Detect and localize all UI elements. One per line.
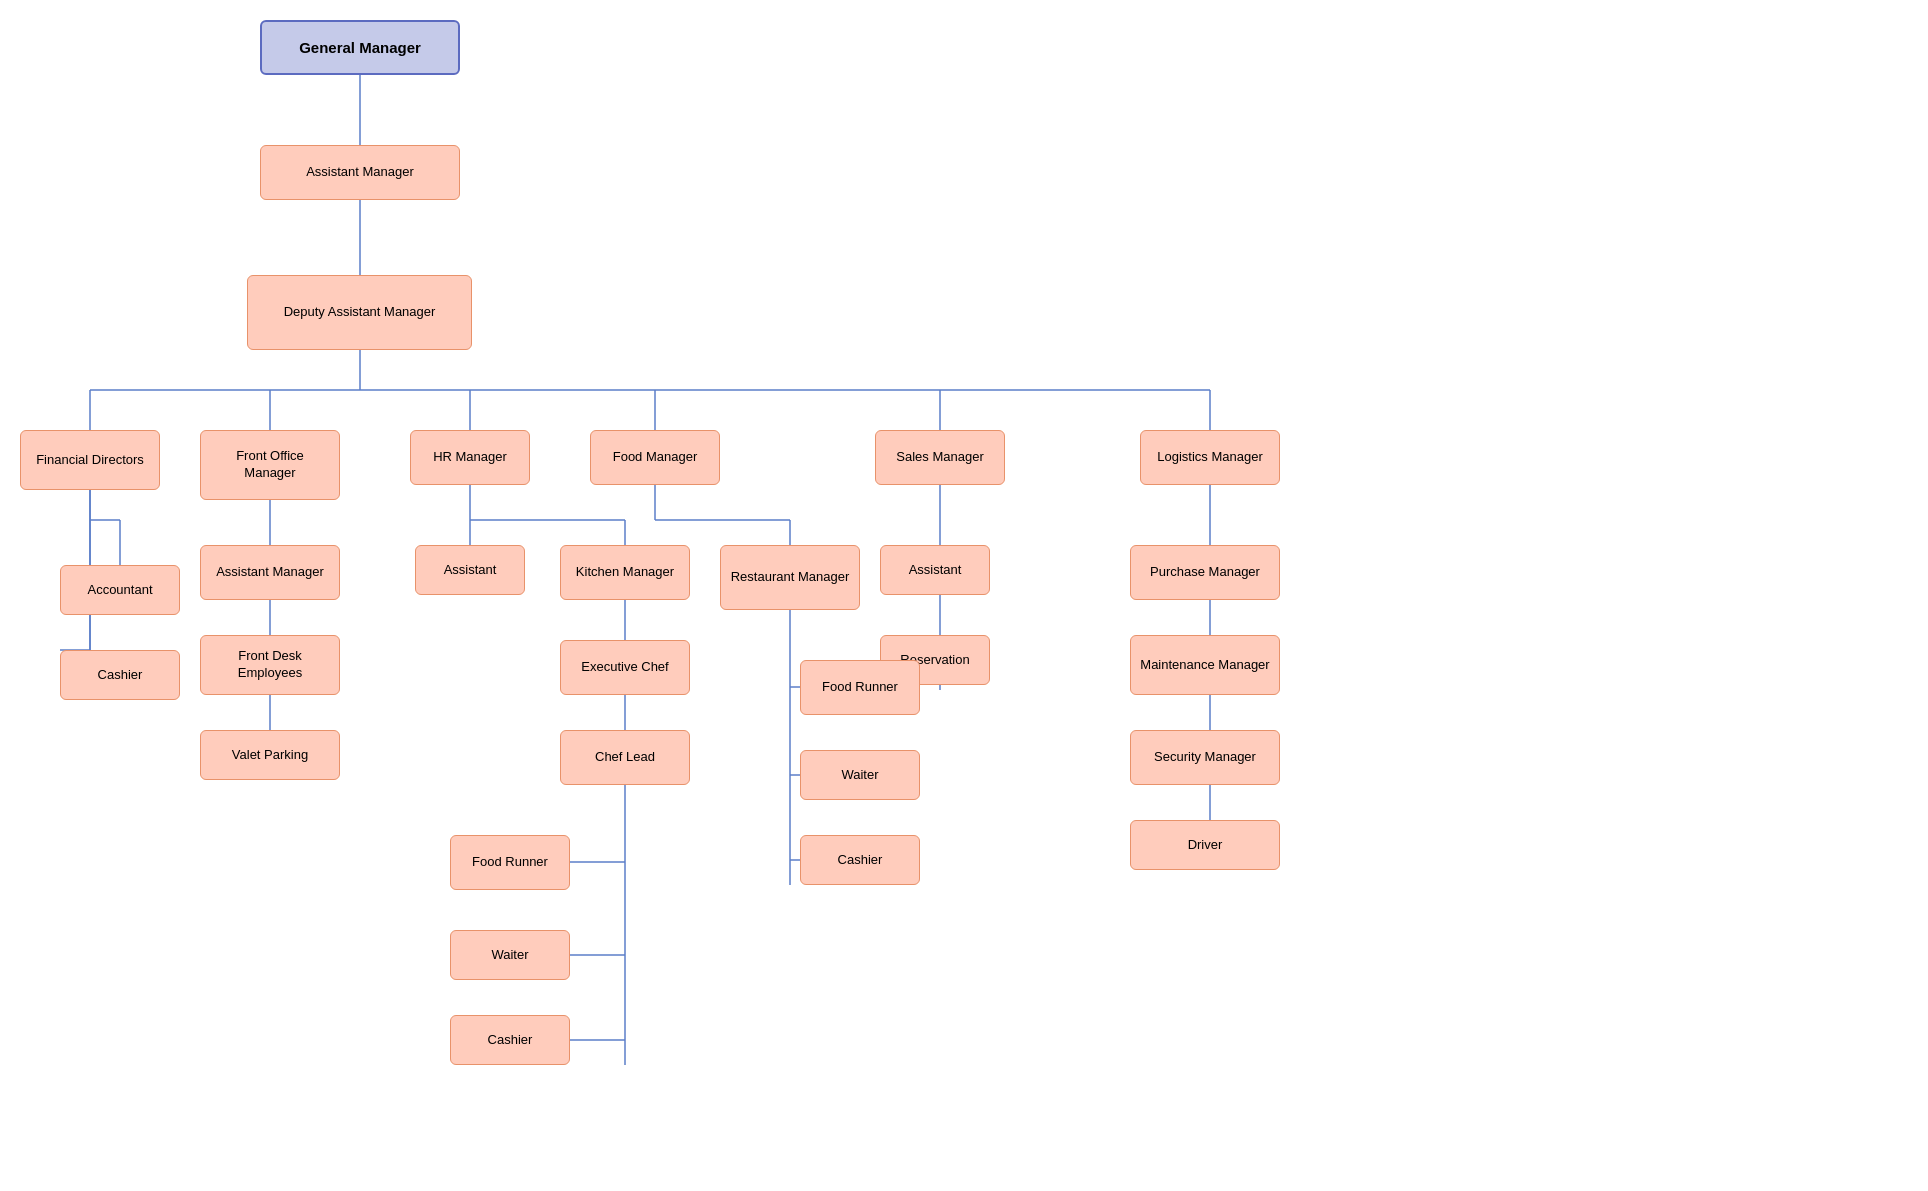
node-front_office_manager: Front Office Manager [200,430,340,500]
node-restaurant_manager: Restaurant Manager [720,545,860,610]
node-assistant_hr: Assistant [415,545,525,595]
node-assistant_manager: Assistant Manager [260,145,460,200]
node-food_runner_rest: Food Runner [800,660,920,715]
node-valet_parking: Valet Parking [200,730,340,780]
node-cashier_rest: Cashier [800,835,920,885]
node-cashier_fin: Cashier [60,650,180,700]
node-assistant_sales: Assistant [880,545,990,595]
node-food_manager: Food Manager [590,430,720,485]
node-security_manager: Security Manager [1130,730,1280,785]
node-front_desk_employees: Front Desk Employees [200,635,340,695]
node-waiter_hr: Waiter [450,930,570,980]
node-cashier_hr: Cashier [450,1015,570,1065]
node-sales_manager: Sales Manager [875,430,1005,485]
node-kitchen_manager: Kitchen Manager [560,545,690,600]
node-financial_directors: Financial Directors [20,430,160,490]
node-general_manager: General Manager [260,20,460,75]
node-deputy_assistant: Deputy Assistant Manager [247,275,472,350]
node-maintenance_manager: Maintenance Manager [1130,635,1280,695]
node-purchase_manager: Purchase Manager [1130,545,1280,600]
node-executive_chef: Executive Chef [560,640,690,695]
node-accountant: Accountant [60,565,180,615]
node-assistant_manager_fo: Assistant Manager [200,545,340,600]
node-chef_lead: Chef Lead [560,730,690,785]
node-logistics_manager: Logistics Manager [1140,430,1280,485]
org-chart: General Manager Assistant Manager Deputy A… [0,0,1928,1191]
node-waiter_rest: Waiter [800,750,920,800]
node-driver: Driver [1130,820,1280,870]
node-hr_manager: HR Manager [410,430,530,485]
node-food_runner_hr: Food Runner [450,835,570,890]
